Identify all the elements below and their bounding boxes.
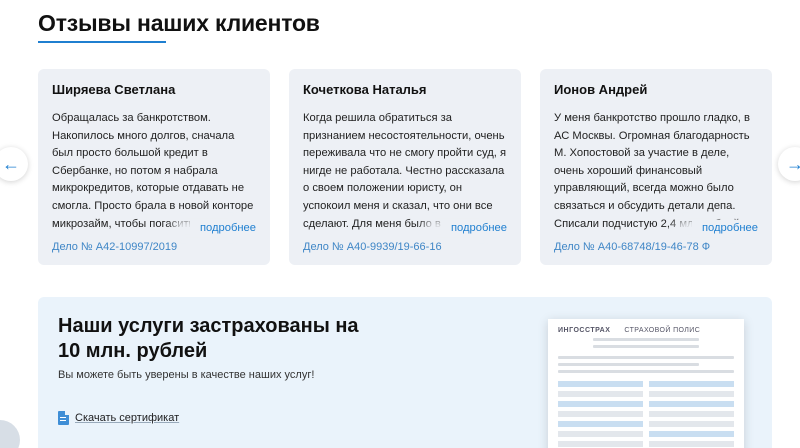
section-title: Отзывы наших клиентов — [38, 10, 320, 36]
insurance-subtitle: Вы можете быть уверены в качестве наших … — [58, 369, 315, 381]
document-icon — [58, 411, 69, 425]
carousel-prev-button[interactable]: ← — [0, 147, 28, 181]
review-card: Ионов Андрей У меня банкротство прошло г… — [540, 69, 772, 265]
review-text: Обращалась за банкротством. Накопилось м… — [52, 112, 254, 230]
policy-table — [558, 381, 734, 447]
review-card: Ширяева Светлана Обращалась за банкротст… — [38, 69, 270, 265]
review-more-link[interactable]: подробнее — [440, 220, 507, 236]
insurance-title: Наши услуги застрахованы на 10 млн. рубл… — [58, 315, 359, 362]
title-underline — [38, 41, 166, 43]
review-card: Кочеткова Наталья Когда решила обратитьс… — [289, 69, 521, 265]
review-author: Ширяева Светлана — [52, 82, 176, 97]
policy-line — [593, 338, 699, 341]
policy-line — [558, 356, 734, 359]
review-case-link[interactable]: Дело № А40-9939/19-66-16 — [303, 240, 442, 254]
insurance-banner: Наши услуги застрахованы на 10 млн. рубл… — [38, 297, 772, 448]
review-case-link[interactable]: Дело № А42-10997/2019 — [52, 240, 177, 254]
review-more-link[interactable]: подробнее — [189, 220, 256, 236]
review-author: Кочеткова Наталья — [303, 82, 427, 97]
download-certificate-label: Скачать сертификат — [75, 412, 180, 424]
review-author: Ионов Андрей — [554, 82, 648, 97]
review-more-link[interactable]: подробнее — [691, 220, 758, 236]
chevron-right-icon: → — [786, 153, 800, 174]
chevron-left-icon: ← — [2, 153, 20, 174]
review-case-link[interactable]: Дело № А40-68748/19-46-78 Ф — [554, 240, 710, 254]
review-text: Когда решила обратиться за признанием не… — [303, 112, 507, 230]
policy-line — [558, 370, 734, 373]
carousel-next-button[interactable]: → — [778, 147, 800, 181]
policy-title: СТРАХОВОЙ ПОЛИС — [624, 327, 701, 334]
review-text: У меня банкротство прошло гладко, в АС М… — [554, 112, 751, 230]
decorative-shape — [0, 420, 20, 448]
policy-line — [558, 363, 699, 366]
policy-logo: ИНГОССТРАХ — [558, 327, 611, 334]
insurance-policy-image: ИНГОССТРАХ СТРАХОВОЙ ПОЛИС — [548, 319, 744, 448]
download-certificate-link[interactable]: Скачать сертификат — [58, 411, 179, 425]
policy-line — [593, 345, 699, 348]
